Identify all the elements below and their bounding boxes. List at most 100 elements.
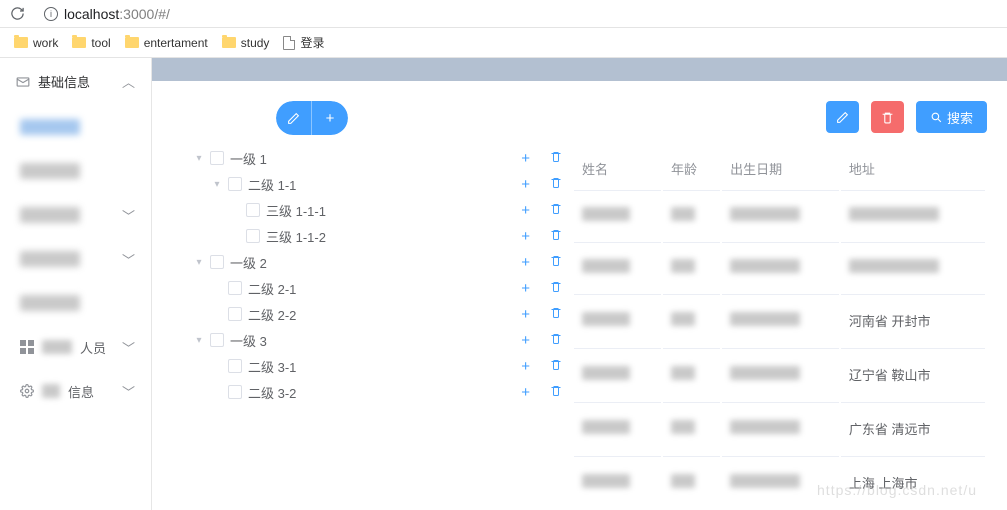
tree-caret-icon[interactable]: ▾ (212, 179, 222, 190)
tree-node[interactable]: 三级 1-1-2+ (194, 223, 562, 249)
column-header[interactable]: 出生日期 (722, 149, 839, 188)
table-row[interactable]: 河南省 开封市 (574, 294, 985, 346)
folder-icon (14, 37, 28, 48)
sidebar-item[interactable] (0, 149, 151, 193)
mail-icon (16, 75, 30, 89)
node-add-icon[interactable]: + (521, 332, 530, 349)
data-table: 姓名 年龄 出生日期 地址 河南省 开封市辽宁省 鞍山市广东省 清远市上海 上海… (572, 147, 987, 510)
tree-caret-icon[interactable]: ▾ (194, 153, 204, 164)
node-delete-icon[interactable] (550, 176, 562, 192)
table-edit-button[interactable] (826, 101, 859, 133)
sidebar-item[interactable]: 信息 ﹀ (0, 369, 151, 413)
tree-label: 三级 1-1-1 (266, 201, 562, 220)
cell-addr: 广东省 清远市 (841, 402, 985, 454)
node-add-icon[interactable]: + (521, 384, 530, 401)
bookmark-item[interactable]: entertament (125, 36, 208, 50)
sidebar-item[interactable] (0, 281, 151, 325)
node-delete-icon[interactable] (550, 358, 562, 374)
table-row[interactable]: 辽宁省 鞍山市 (574, 348, 985, 400)
sidebar-item[interactable] (0, 105, 151, 149)
search-button[interactable]: 搜索 (916, 101, 987, 133)
node-add-icon[interactable]: + (521, 358, 530, 375)
watermark: https://blog.csdn.net/u (817, 482, 977, 498)
sidebar-item[interactable]: ﹀ (0, 237, 151, 281)
cell-birth (722, 190, 839, 240)
bookmark-item[interactable]: work (14, 36, 58, 50)
node-add-icon[interactable]: + (521, 202, 530, 219)
gear-icon (20, 384, 34, 398)
node-delete-icon[interactable] (550, 332, 562, 348)
sidebar-group-header[interactable]: 基础信息 ︿ (0, 58, 151, 105)
node-add-icon[interactable]: + (521, 306, 530, 323)
checkbox[interactable] (228, 281, 242, 295)
grid-icon (20, 340, 34, 354)
column-header[interactable]: 姓名 (574, 149, 661, 188)
bookmark-item[interactable]: 登录 (283, 34, 324, 51)
sidebar-item[interactable]: ﹀ (0, 193, 151, 237)
checkbox[interactable] (228, 307, 242, 321)
checkbox[interactable] (228, 359, 242, 373)
node-add-icon[interactable]: + (521, 150, 530, 167)
chevron-down-icon: ﹀ (122, 338, 135, 357)
bookmark-item[interactable]: tool (72, 36, 110, 50)
column-header[interactable]: 年龄 (663, 149, 720, 188)
tree-label: 三级 1-1-2 (266, 227, 562, 246)
node-delete-icon[interactable] (550, 306, 562, 322)
tree-node[interactable]: 二级 3-1+ (194, 353, 562, 379)
checkbox[interactable] (210, 333, 224, 347)
tree-caret-icon[interactable]: ▾ (194, 335, 204, 346)
node-delete-icon[interactable] (550, 150, 562, 166)
node-add-icon[interactable]: + (521, 176, 530, 193)
tree-node[interactable]: ▾一级 1+ (194, 145, 562, 171)
edit-button[interactable] (276, 101, 312, 135)
checkbox[interactable] (210, 151, 224, 165)
sidebar-group-label: 基础信息 (38, 72, 90, 91)
tree-node[interactable]: 二级 2-2+ (194, 301, 562, 327)
tree-caret-icon[interactable]: ▾ (194, 257, 204, 268)
node-add-icon[interactable]: + (521, 228, 530, 245)
node-add-icon[interactable]: + (521, 280, 530, 297)
tree-node[interactable]: ▾一级 3+ (194, 327, 562, 353)
node-add-icon[interactable]: + (521, 254, 530, 271)
bookmark-item[interactable]: study (222, 36, 270, 50)
tree-label: 二级 2-2 (248, 305, 562, 324)
tree-label: 二级 2-1 (248, 279, 562, 298)
checkbox[interactable] (246, 203, 260, 217)
tree-node[interactable]: 二级 2-1+ (194, 275, 562, 301)
add-button[interactable]: + (312, 101, 348, 135)
checkbox[interactable] (228, 177, 242, 191)
node-delete-icon[interactable] (550, 280, 562, 296)
cell-age (663, 348, 720, 400)
table-row[interactable] (574, 242, 985, 292)
checkbox[interactable] (246, 229, 260, 243)
reload-icon[interactable] (8, 5, 26, 23)
table-delete-button[interactable] (871, 101, 904, 133)
chevron-down-icon: ﹀ (122, 206, 135, 225)
url-port: :3000 (119, 6, 154, 22)
table-row[interactable] (574, 190, 985, 240)
table-row[interactable]: 广东省 清远市 (574, 402, 985, 454)
cell-age (663, 402, 720, 454)
cell-name (574, 456, 661, 508)
chevron-down-icon: ﹀ (122, 382, 135, 401)
cell-addr: 辽宁省 鞍山市 (841, 348, 985, 400)
info-icon: i (44, 7, 58, 21)
tree-node[interactable]: 二级 3-2+ (194, 379, 562, 405)
cell-name (574, 242, 661, 292)
node-delete-icon[interactable] (550, 202, 562, 218)
node-delete-icon[interactable] (550, 254, 562, 270)
node-delete-icon[interactable] (550, 384, 562, 400)
tree-node[interactable]: ▾二级 1-1+ (194, 171, 562, 197)
chevron-up-icon: ︿ (122, 72, 135, 91)
chevron-down-icon: ﹀ (122, 250, 135, 269)
tree-node[interactable]: 三级 1-1-1+ (194, 197, 562, 223)
tree-node[interactable]: ▾ 一级 2+ (194, 249, 562, 275)
sidebar-item[interactable]: 人员 ﹀ (0, 325, 151, 369)
url-bar[interactable]: i localhost:3000/#/ (44, 6, 170, 22)
node-delete-icon[interactable] (550, 228, 562, 244)
column-header[interactable]: 地址 (841, 149, 985, 188)
tree-label: 一级 2 (230, 253, 562, 272)
folder-icon (72, 37, 86, 48)
checkbox[interactable] (228, 385, 242, 399)
checkbox[interactable] (210, 255, 224, 269)
